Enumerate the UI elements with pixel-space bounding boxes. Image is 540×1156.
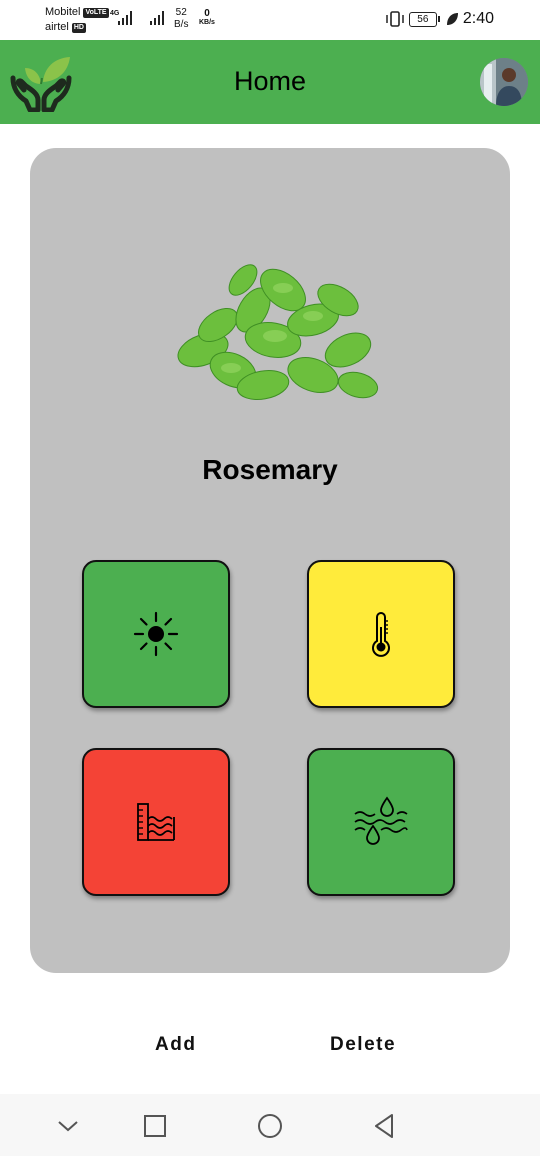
add-button[interactable]: Add [155, 1034, 196, 1056]
humidity-tile[interactable] [307, 748, 455, 896]
system-nav-bar [0, 1094, 540, 1156]
chevron-down-button[interactable] [54, 1112, 82, 1140]
volte-badge: VoLTE [83, 7, 109, 18]
battery-icon: 56 [408, 11, 440, 27]
sun-icon [133, 611, 179, 657]
plant-name: Rosemary [202, 454, 338, 485]
back-button[interactable] [370, 1112, 398, 1140]
home-icon [258, 1114, 282, 1138]
status-right: 56 2:40 [385, 10, 494, 28]
status-time: 2:40 [462, 10, 494, 27]
avatar[interactable] [480, 58, 528, 106]
kbs-value: 0 [204, 8, 210, 19]
home-button[interactable] [256, 1112, 284, 1140]
thermometer-icon [372, 612, 390, 657]
oregano-leaves-image [177, 264, 379, 401]
speed-unit: B/s [174, 19, 189, 30]
back-icon [375, 1114, 393, 1138]
kbs-speed: 0 KB/s [199, 9, 215, 27]
status-bar: Mobitel VoLTE airtel HD 4G 52 B/s 0 KB/s [0, 0, 540, 40]
sunlight-tile[interactable] [82, 560, 230, 708]
network-speed: 52 B/s [174, 7, 188, 31]
chevron-down-icon [58, 1121, 78, 1132]
plant-card: Rosemary [30, 148, 510, 973]
signal-icon [118, 11, 132, 25]
leaf-icon [446, 13, 458, 25]
water-level-tile[interactable] [82, 748, 230, 896]
delete-button[interactable]: Delete [330, 1034, 396, 1056]
vibrate-icon [386, 11, 404, 27]
screen: Mobitel VoLTE airtel HD 4G 52 B/s 0 KB/s [0, 0, 540, 1156]
recents-button[interactable] [141, 1112, 169, 1140]
app-bar: Home [0, 40, 540, 124]
water-level-icon [137, 803, 175, 841]
recents-icon [144, 1115, 166, 1137]
user-avatar-icon [480, 58, 528, 106]
temperature-tile[interactable] [307, 560, 455, 708]
page-title: Home [233, 66, 307, 96]
signal-icon-2 [150, 11, 164, 25]
speed-value: 52 [175, 7, 187, 18]
carrier-info: Mobitel VoLTE airtel HD [45, 5, 109, 35]
hd-badge: HD [71, 22, 86, 33]
carrier1-name: Mobitel [45, 6, 81, 18]
kbs-unit: KB/s [199, 19, 215, 26]
humidity-icon [354, 796, 408, 845]
carrier2-name: airtel [45, 21, 69, 33]
